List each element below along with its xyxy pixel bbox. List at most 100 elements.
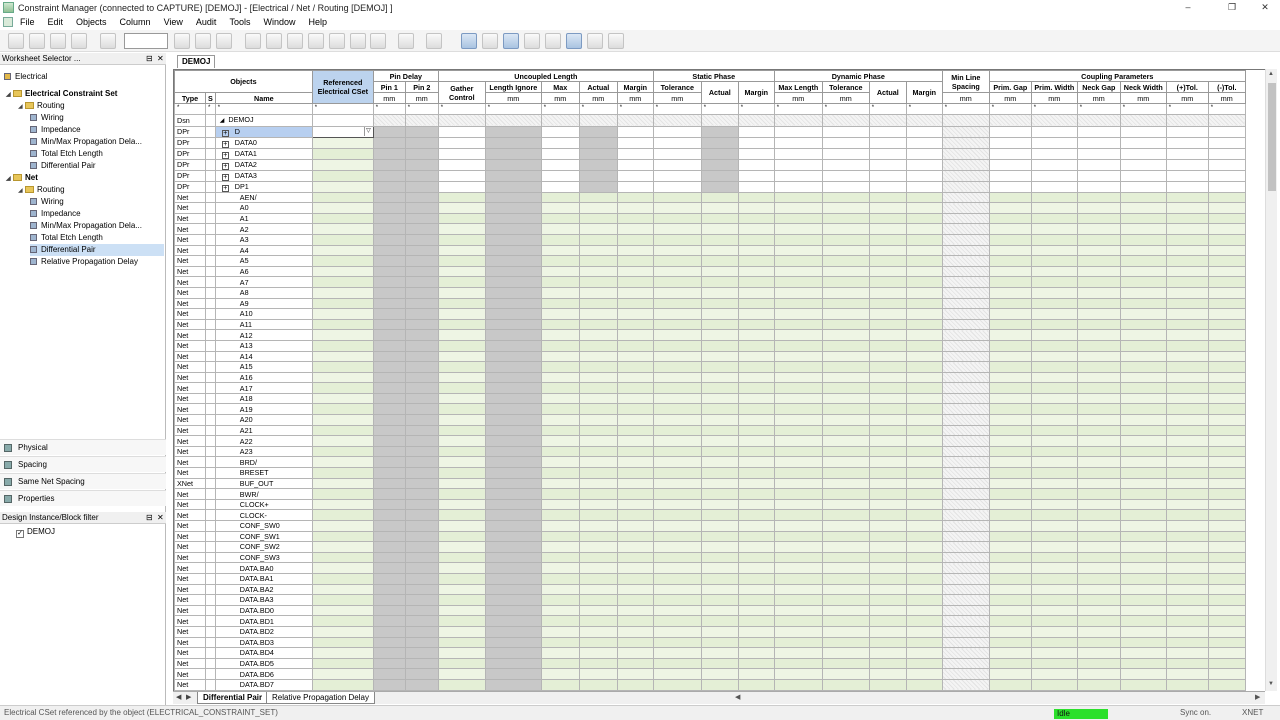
grid-cell[interactable] (372, 604, 406, 617)
grid-cell[interactable] (1207, 488, 1246, 500)
grid-cell[interactable] (1207, 530, 1246, 543)
grid-cell[interactable] (988, 403, 1032, 416)
grid-cell[interactable] (1030, 136, 1078, 149)
grid-cell[interactable] (868, 113, 907, 127)
grid-cell[interactable] (484, 265, 542, 278)
grid-cell[interactable] (737, 255, 775, 267)
neck-gap-header[interactable]: Neck Gap (1076, 81, 1121, 93)
grid-cell[interactable] (372, 136, 406, 149)
menu-edit[interactable]: Edit (41, 15, 70, 29)
grid-cell[interactable] (652, 562, 702, 574)
expand-icon[interactable]: ◢ (18, 101, 25, 113)
forward-arrow-icon[interactable] (426, 33, 442, 49)
grid-cell[interactable] (700, 572, 739, 585)
ref-cset-cell[interactable] (311, 668, 374, 680)
scroll-down-icon[interactable]: ▼ (1268, 681, 1274, 687)
grid-cell[interactable] (988, 520, 1032, 532)
grid-cell[interactable] (404, 169, 439, 182)
grid-cell[interactable] (404, 467, 439, 479)
grid-cell[interactable] (437, 520, 486, 532)
grid-cell[interactable] (1030, 435, 1078, 447)
domain-electrical[interactable]: Electrical (4, 71, 47, 83)
grid-cell[interactable] (1076, 276, 1121, 288)
funnel-level-icon[interactable] (350, 33, 366, 49)
grid-cell[interactable] (1207, 498, 1246, 511)
grid-cell[interactable] (404, 113, 439, 127)
grid-cell[interactable] (484, 467, 542, 479)
grid-cell[interactable] (437, 180, 486, 193)
grid-cell[interactable] (941, 615, 990, 627)
grid-cell[interactable] (1076, 530, 1121, 543)
nav-physical[interactable]: Physical (0, 439, 166, 455)
grid-cell[interactable] (437, 541, 486, 553)
grid-cell[interactable] (1030, 604, 1078, 617)
grid-cell[interactable] (372, 562, 406, 574)
grid-cell[interactable] (1119, 147, 1167, 160)
grid-cell[interactable] (868, 414, 907, 426)
grid-cell[interactable] (578, 308, 618, 320)
grid-cell[interactable] (700, 329, 739, 341)
grid-cell[interactable] (437, 255, 486, 267)
filter-cell[interactable]: * (404, 103, 439, 115)
grid-cell[interactable] (652, 530, 702, 543)
ref-cset-cell[interactable] (311, 392, 374, 405)
grid-cell[interactable] (868, 625, 907, 638)
grid-cell[interactable] (1030, 329, 1078, 341)
grid-cell[interactable] (578, 530, 618, 543)
grid-cell[interactable] (821, 392, 870, 405)
grid-cell[interactable] (821, 169, 870, 182)
grid-cell[interactable] (905, 498, 943, 511)
filter-cell[interactable]: * (372, 103, 406, 115)
grid-cell[interactable] (437, 668, 486, 680)
design-filter-item[interactable]: ✓ DEMOJ (16, 526, 55, 538)
grid-cell[interactable] (1030, 339, 1078, 352)
grid-cell[interactable] (773, 329, 823, 341)
grid-cell[interactable] (1165, 678, 1209, 691)
grid-cell[interactable] (372, 350, 406, 363)
grid-cell[interactable] (1076, 202, 1121, 214)
grid-cell[interactable] (616, 180, 654, 193)
grid-cell[interactable] (941, 223, 990, 235)
grid-cell[interactable] (737, 551, 775, 564)
grid-cell[interactable] (1119, 594, 1167, 606)
grid-cell[interactable] (773, 212, 823, 225)
grid-cell[interactable] (372, 212, 406, 225)
grid-cell[interactable] (905, 625, 943, 638)
grid-cell[interactable] (737, 615, 775, 627)
grid-cell[interactable] (941, 456, 990, 469)
grid-cell[interactable] (404, 488, 439, 500)
grid-cell[interactable] (437, 488, 486, 500)
grid-cell[interactable] (821, 223, 870, 235)
grid-cell[interactable] (1119, 435, 1167, 447)
grid-cell[interactable] (404, 657, 439, 670)
grid-cell[interactable] (988, 424, 1032, 437)
grid-cell[interactable] (1207, 308, 1246, 320)
grid-cell[interactable] (616, 572, 654, 585)
toolbar-combo[interactable] (124, 33, 168, 49)
grid-cell[interactable] (1207, 382, 1246, 394)
grid-cell[interactable] (1119, 657, 1167, 670)
grid-cell[interactable] (941, 113, 990, 127)
grid-cell[interactable] (1165, 371, 1209, 384)
ref-cset-cell[interactable] (311, 647, 374, 659)
grid-cell[interactable] (988, 244, 1032, 257)
grid-cell[interactable] (1119, 286, 1167, 299)
grid-cell[interactable] (905, 520, 943, 532)
grid-cell[interactable] (1076, 424, 1121, 437)
grid-cell[interactable] (700, 583, 739, 596)
settings-icon[interactable] (545, 33, 561, 49)
grid-cell[interactable] (372, 657, 406, 670)
tab-prev-icon[interactable]: ◀ (176, 693, 181, 701)
grid-cell[interactable] (905, 657, 943, 670)
grid-cell[interactable] (404, 498, 439, 511)
ref-cset-cell[interactable] (311, 551, 374, 564)
filter-object-icon[interactable] (195, 33, 211, 49)
grid-cell[interactable] (737, 113, 775, 127)
grid-cell[interactable] (1076, 445, 1121, 458)
grid-cell[interactable] (578, 158, 618, 171)
grid-cell[interactable] (773, 158, 823, 171)
grid-cell[interactable] (1119, 265, 1167, 278)
grid-cell[interactable] (540, 625, 580, 638)
grid-cell[interactable] (821, 435, 870, 447)
grid-cell[interactable] (941, 339, 990, 352)
